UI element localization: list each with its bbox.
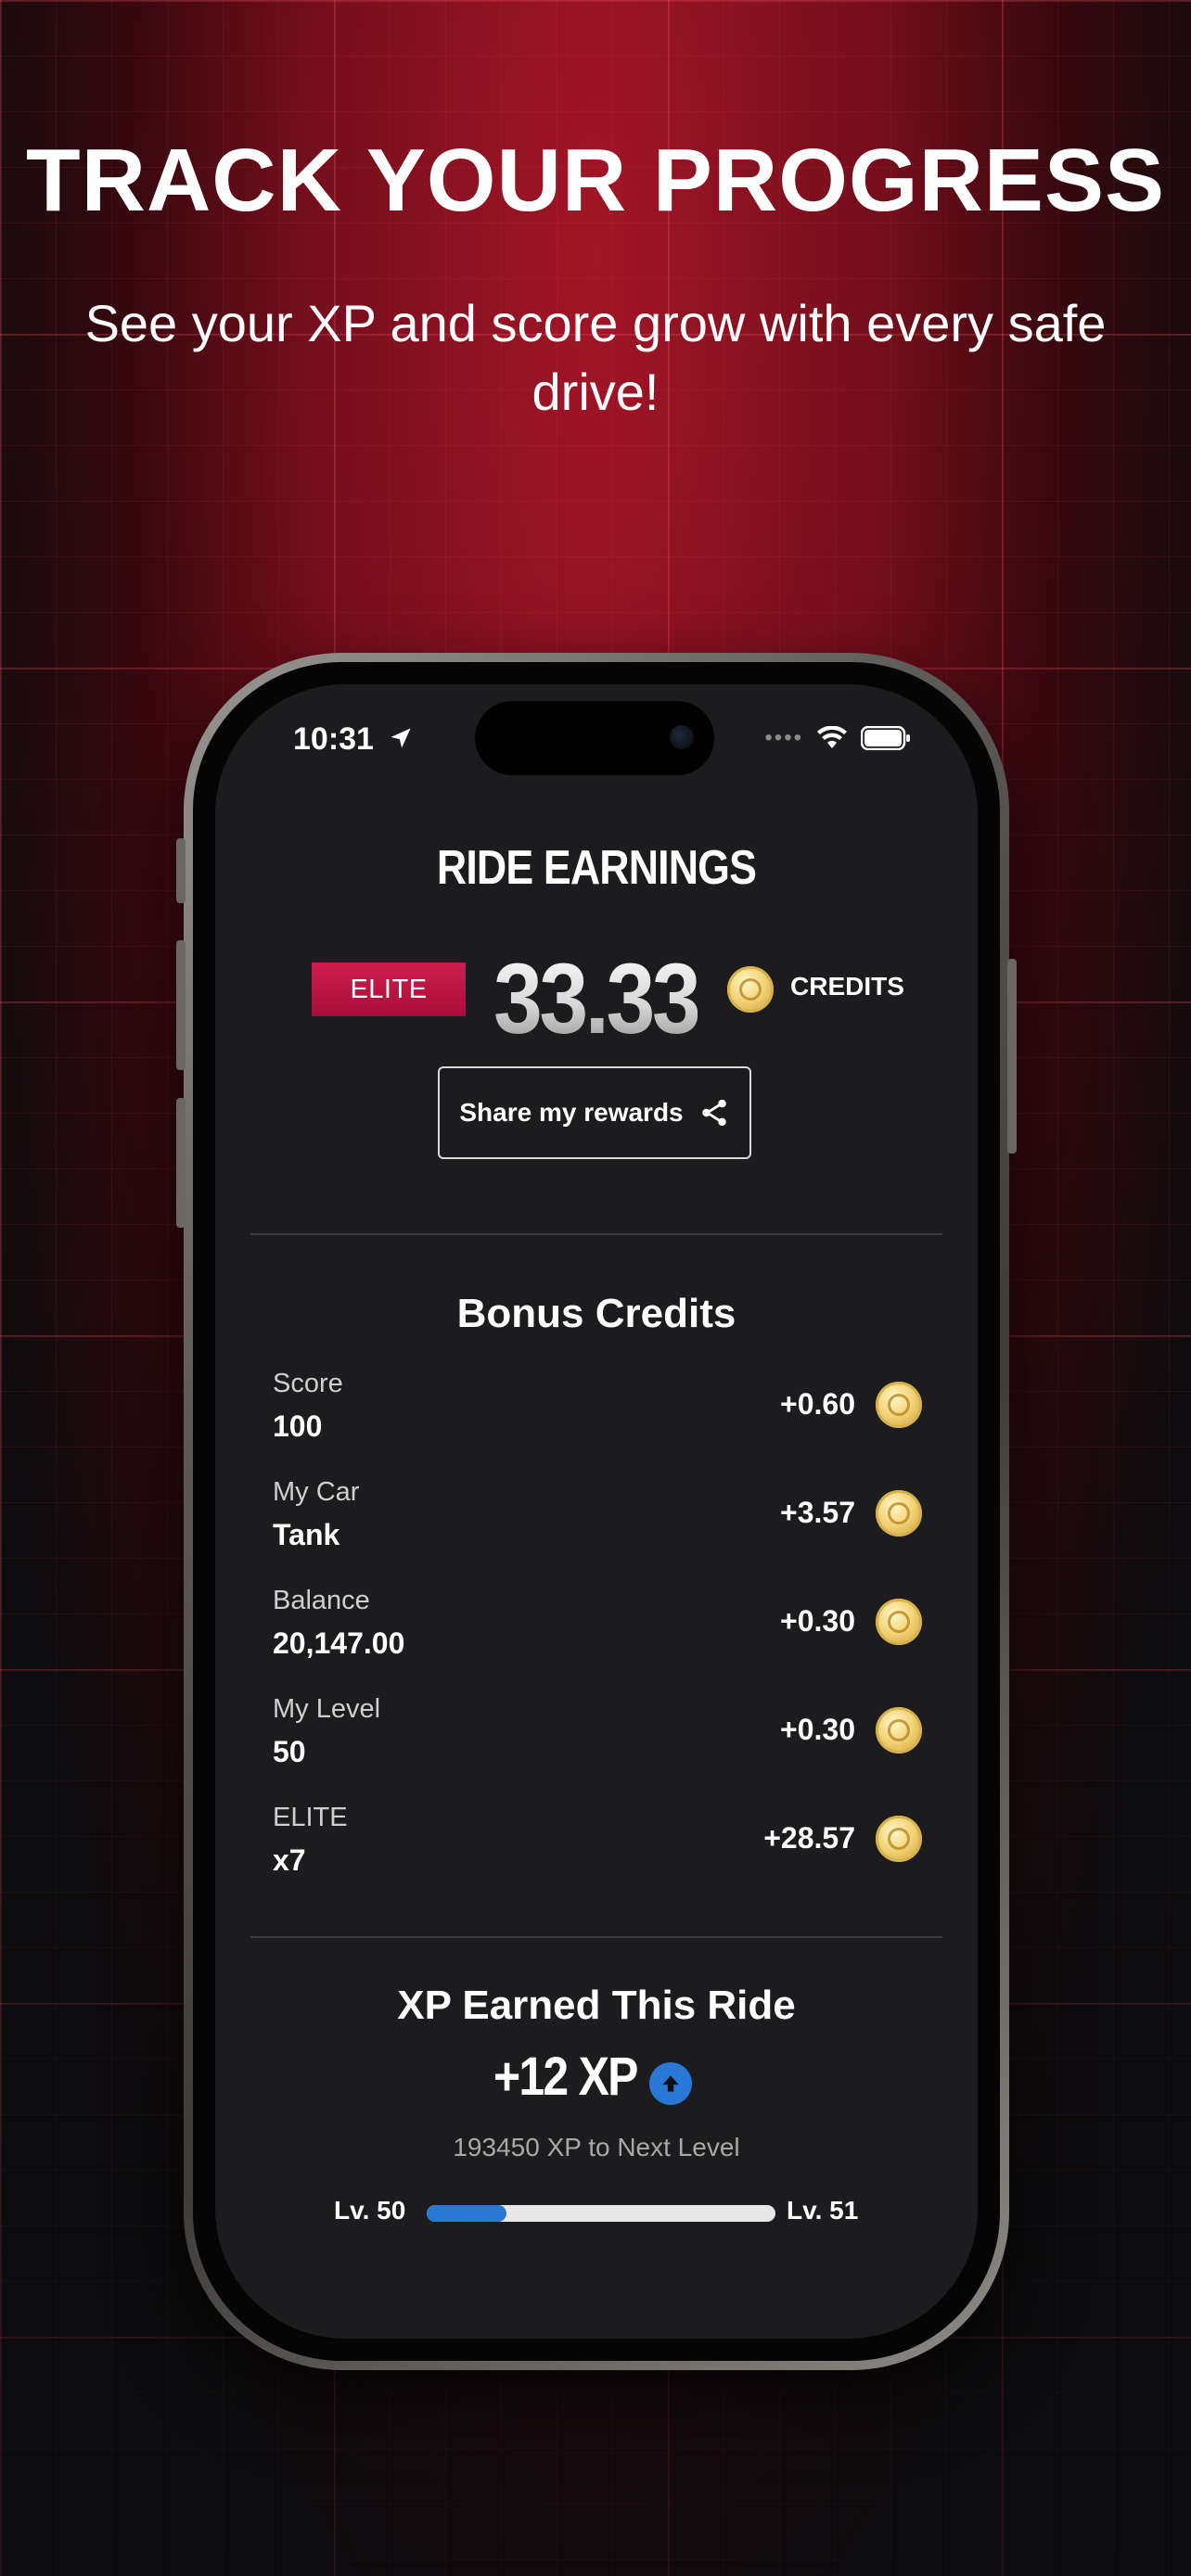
ride-earnings-title: RIDE EARNINGS: [436, 841, 757, 895]
xp-progress-bar: [427, 2205, 775, 2222]
status-right-icons: ••••: [764, 725, 911, 751]
coin-icon: [876, 1599, 922, 1645]
camera-icon: [670, 725, 694, 749]
bonus-label: ELITE: [273, 1803, 348, 1832]
bonus-row-score: Score 100 +0.60: [273, 1369, 922, 1461]
bonus-label: My Level: [273, 1694, 381, 1724]
credits-value: 33.33: [493, 942, 701, 1054]
phone-frame: 10:31 •••• RIDE EARNINGS ELITE 33.33 CRE…: [176, 653, 1017, 2370]
bonus-label: My Car: [273, 1477, 360, 1507]
credits-label: CREDITS: [790, 972, 904, 1001]
coin-icon: [876, 1816, 922, 1862]
divider-top: [250, 1233, 942, 1235]
bonus-label: Balance: [273, 1586, 370, 1615]
bonus-value: Tank: [273, 1518, 340, 1551]
tier-badge: ELITE: [312, 963, 466, 1016]
coin-icon: [876, 1382, 922, 1428]
bonus-value: 50: [273, 1735, 306, 1768]
wifi-icon: [817, 726, 847, 748]
signal-dots-icon: ••••: [764, 725, 803, 750]
xp-progress-fill: [427, 2205, 507, 2222]
xp-earned: +12 XP: [493, 2047, 638, 2107]
coin-icon: [876, 1707, 922, 1753]
share-rewards-button[interactable]: Share my rewards: [438, 1066, 751, 1159]
level-current: Lv. 50: [334, 2196, 406, 2225]
bonus-value: 20,147.00: [273, 1626, 405, 1660]
bonus-amount: +0.30: [780, 1713, 855, 1746]
bonus-row-elite: ELITE x7 +28.57: [273, 1803, 922, 1895]
location-arrow-icon: [391, 728, 411, 748]
xp-title: XP Earned This Ride: [397, 1983, 796, 2028]
bonus-label: Score: [273, 1369, 343, 1398]
bonus-value: 100: [273, 1409, 323, 1443]
divider-bottom: [250, 1936, 942, 1938]
side-button-volume-down: [176, 1098, 186, 1228]
battery-icon: [861, 726, 910, 750]
xp-to-next-level: 193450 XP to Next Level: [453, 2133, 740, 2162]
bonus-row-my-level: My Level 50 +0.30: [273, 1694, 922, 1787]
level-next: Lv. 51: [787, 2196, 859, 2225]
bonus-credits-title: Bonus Credits: [456, 1291, 736, 1336]
coin-icon: [727, 966, 774, 1013]
bonus-amount: +0.60: [780, 1387, 855, 1421]
share-rewards-label: Share my rewards: [459, 1098, 684, 1127]
promo-subheadline: See your XP and score grow with every sa…: [84, 294, 1107, 421]
bonus-value: x7: [273, 1843, 306, 1877]
bonus-row-my-car: My Car Tank +3.57: [273, 1477, 922, 1570]
side-button-action: [176, 838, 186, 903]
bonus-amount: +28.57: [763, 1821, 855, 1855]
share-icon: [701, 1099, 726, 1127]
bonus-amount: +0.30: [780, 1604, 855, 1638]
bonus-amount: +3.57: [780, 1496, 855, 1529]
coin-icon: [876, 1490, 922, 1537]
phone-screen: 10:31 •••• RIDE EARNINGS ELITE 33.33 CRE…: [215, 684, 978, 2339]
side-button-power: [1007, 959, 1017, 1154]
dynamic-island: [475, 701, 714, 775]
arrow-up-icon: [649, 2062, 692, 2105]
promo-headline: TRACK YOUR PROGRESS: [25, 131, 1166, 230]
bonus-row-balance: Balance 20,147.00 +0.30: [273, 1586, 922, 1678]
side-button-volume-up: [176, 940, 186, 1070]
status-time: 10:31: [293, 721, 374, 757]
